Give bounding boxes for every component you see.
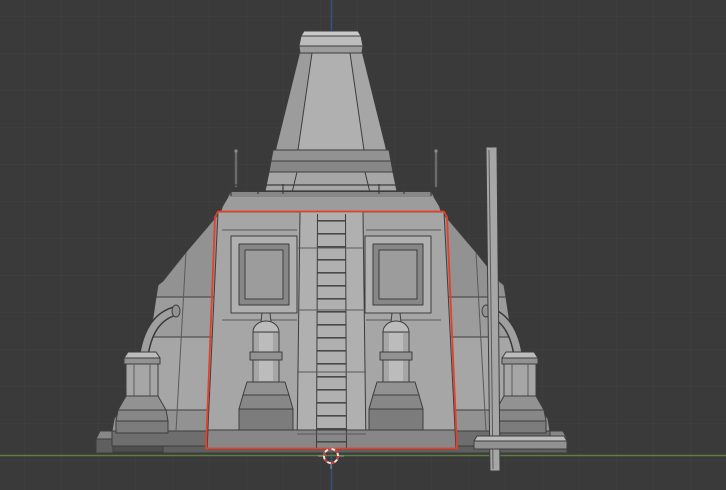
right-tower-base-upper (493, 409, 547, 422)
ground-slab-front (473, 440, 568, 450)
right-pillar-step2 (368, 394, 424, 410)
left-pillar-step2 (238, 394, 294, 410)
left-tower-cap-top (123, 351, 161, 359)
chimney-neck (298, 45, 364, 54)
viewport-canvas[interactable] (0, 0, 726, 490)
right-window-pane (378, 249, 418, 300)
left-pipe-flange (171, 304, 181, 318)
left-tower-base-upper (115, 409, 169, 422)
left-mast-cap (234, 149, 238, 153)
right-tower-base-lower (493, 420, 547, 434)
right-pillar-plinth (368, 408, 424, 431)
left-tower-flare (117, 395, 167, 411)
right-tower-cap-top (501, 351, 539, 359)
right-tower-body (503, 363, 537, 397)
left-pillar-step1 (242, 381, 290, 396)
left-pillar-collar (249, 351, 283, 361)
right-mast-cap (434, 149, 438, 153)
chimney-collar-lower (268, 160, 394, 173)
left-window-pane (244, 249, 284, 300)
ground-slab-top (473, 435, 568, 442)
fortress-main-block[interactable] (206, 211, 457, 450)
right-pillar-step1 (372, 381, 420, 396)
left-tower-body (125, 363, 159, 397)
roof-parapet-lip (228, 192, 434, 197)
3d-viewport[interactable] (0, 0, 726, 490)
right-ground-slab[interactable] (473, 435, 568, 450)
right-pillar-collar (379, 351, 413, 361)
left-tower-cap-band (123, 357, 161, 365)
left-pillar-plinth (238, 408, 294, 431)
right-tower-flare (495, 395, 545, 411)
chimney-collar-upper (270, 149, 392, 162)
chimney-top-ring (298, 35, 364, 47)
left-tower-base-lower (115, 420, 169, 434)
right-tower-cap-band (501, 357, 539, 365)
chimney-top-face (300, 30, 362, 37)
